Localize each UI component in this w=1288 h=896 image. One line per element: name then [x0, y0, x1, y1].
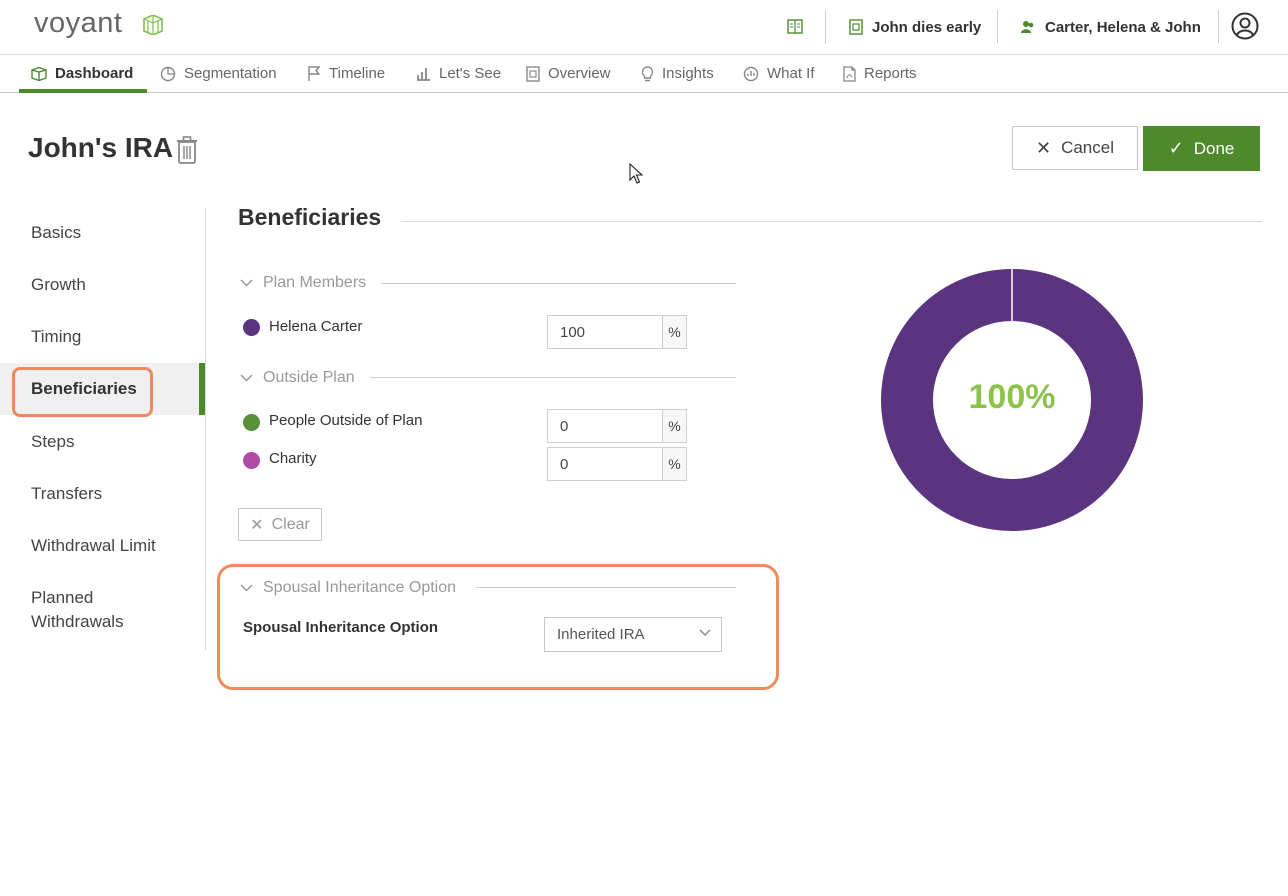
tab-lets-see[interactable]: Let's See [416, 55, 501, 92]
donut-center-label: 100% [968, 378, 1056, 416]
tab-reports[interactable]: Reports [843, 55, 917, 92]
scenario-selector[interactable]: John dies early [849, 0, 981, 54]
close-icon: ✕ [250, 516, 264, 534]
charity-percent-field[interactable]: 0 % [547, 447, 687, 481]
mouse-cursor-icon [629, 163, 643, 184]
sidebar-item-withdrawal-limit[interactable]: Withdrawal Limit [31, 534, 156, 558]
logo-mark-icon [143, 15, 163, 35]
sidebar-item-growth[interactable]: Growth [31, 273, 86, 297]
tab-overview[interactable]: Overview [526, 55, 611, 92]
client-label: Carter, Helena & John [1045, 18, 1201, 36]
page-title: John's IRA [28, 132, 174, 163]
outside-percent-field[interactable]: 0 % [547, 409, 687, 443]
section-title: Beneficiaries [238, 204, 382, 230]
spousal-field-label: Spousal Inheritance Option [243, 619, 439, 636]
close-icon: ✕ [1035, 137, 1052, 158]
member-color-dot [243, 319, 260, 336]
member-color-dot [243, 414, 260, 431]
flag-icon [308, 65, 321, 81]
book-icon[interactable] [787, 19, 803, 34]
logo[interactable]: voyant [34, 7, 122, 40]
group-divider [370, 377, 736, 378]
tab-segmentation[interactable]: Segmentation [160, 55, 277, 92]
header-divider [1218, 10, 1219, 44]
tab-insights[interactable]: Insights [641, 55, 714, 92]
tab-what-if[interactable]: What If [743, 55, 815, 92]
overview-icon [526, 65, 540, 82]
tab-dashboard[interactable]: Dashboard [31, 55, 133, 92]
member-label-charity: Charity [269, 450, 317, 467]
header-divider [825, 10, 826, 44]
spousal-selected-value: Inherited IRA [557, 626, 645, 643]
people-icon [1021, 21, 1034, 33]
clear-button[interactable]: ✕ Clear [238, 508, 322, 541]
spousal-toggle[interactable]: Spousal Inheritance Option [240, 579, 456, 597]
chevron-down-icon [240, 279, 253, 287]
outside-plan-toggle[interactable]: Outside Plan [240, 369, 355, 387]
member-color-dot [243, 452, 260, 469]
active-tab-indicator [19, 89, 147, 93]
chevron-down-icon [699, 629, 711, 636]
group-divider [476, 587, 736, 588]
top-header: voyant John dies early Carter, Helena & … [0, 0, 1288, 55]
bar-chart-icon [417, 67, 430, 81]
tab-timeline[interactable]: Timeline [307, 55, 385, 92]
lightbulb-icon [641, 65, 654, 81]
helena-percent-input[interactable]: 100 [548, 316, 663, 348]
main-nav: Dashboard Segmentation Timeline Let's Se… [0, 55, 1288, 93]
helena-percent-field[interactable]: 100 % [547, 315, 687, 349]
sidebar-item-timing[interactable]: Timing [31, 325, 81, 349]
what-if-icon [743, 66, 759, 81]
plan-members-toggle[interactable]: Plan Members [240, 274, 366, 292]
scenario-label: John dies early [872, 18, 982, 36]
chevron-down-icon [240, 584, 253, 592]
user-account-icon[interactable] [1231, 12, 1259, 40]
header-divider [997, 10, 998, 44]
member-label-outside: People Outside of Plan [269, 412, 423, 429]
member-label-helena: Helena Carter [269, 318, 363, 335]
section-divider [401, 221, 1262, 222]
segmentation-icon [160, 66, 176, 81]
sidebar-item-planned-withdrawals[interactable]: Planned Withdrawals [31, 586, 161, 634]
sidebar-item-steps[interactable]: Steps [31, 430, 74, 454]
sidebar-item-basics[interactable]: Basics [31, 221, 81, 245]
trash-icon[interactable] [176, 136, 198, 164]
chevron-down-icon [240, 374, 253, 382]
sidebar-highlight-outline [12, 367, 153, 417]
scenario-icon [849, 19, 863, 35]
pdf-icon [843, 65, 856, 82]
cancel-button[interactable]: ✕ Cancel [1012, 126, 1138, 170]
dashboard-icon [31, 66, 47, 81]
done-button[interactable]: ✓ Done [1143, 126, 1260, 171]
group-divider [382, 283, 736, 284]
outside-percent-input[interactable]: 0 [548, 410, 663, 442]
sidebar-item-transfers[interactable]: Transfers [31, 482, 102, 506]
check-icon: ✓ [1168, 138, 1184, 158]
charity-percent-input[interactable]: 0 [548, 448, 663, 480]
spousal-option-select[interactable]: Inherited IRA [544, 617, 722, 652]
sidebar-active-indicator [199, 363, 205, 415]
client-selector[interactable]: Carter, Helena & John [1020, 0, 1201, 54]
